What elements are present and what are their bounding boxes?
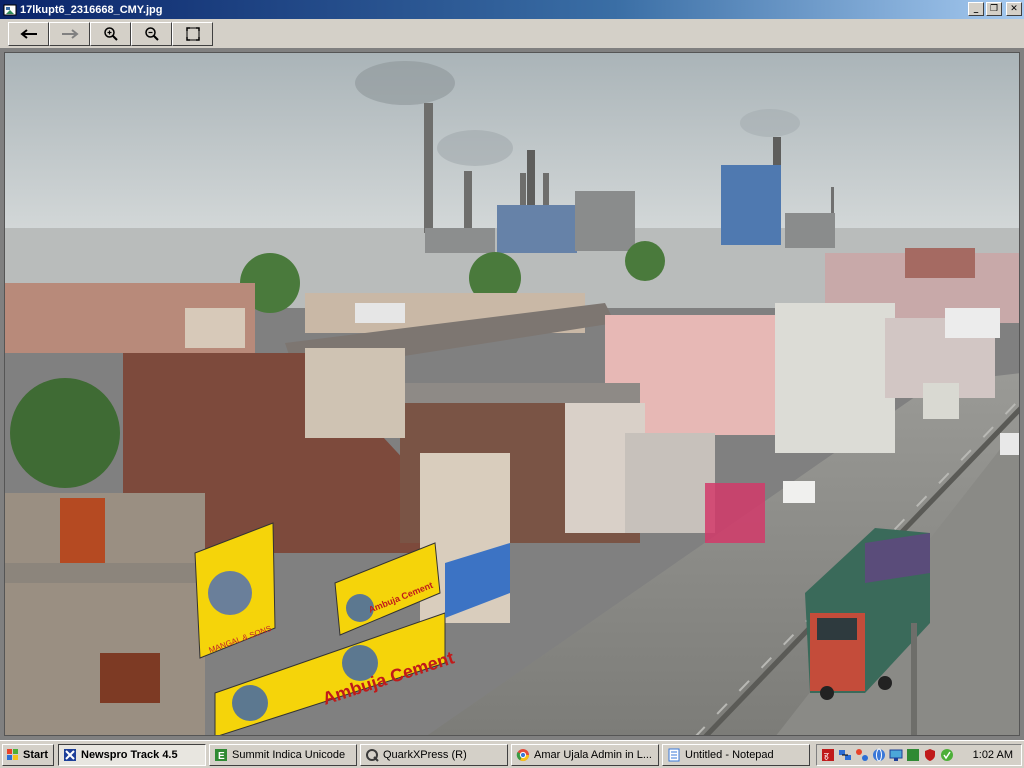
taskbar-item-quark[interactable]: QuarkXPress (R) (360, 743, 508, 766)
roof-ledge (5, 563, 205, 583)
taskbar-item-label: QuarkXPress (R) (383, 748, 467, 761)
car (1000, 433, 1019, 455)
window-controls: _ ❐ ✕ (968, 2, 1022, 16)
next-button[interactable] (49, 22, 90, 46)
van (923, 383, 959, 419)
billboard-white (945, 308, 1000, 338)
orange-door (60, 498, 105, 568)
taskbar-item-summit[interactable]: E Summit Indica Unicode (209, 743, 357, 766)
concrete-building (305, 348, 405, 438)
start-button[interactable]: Start (2, 743, 54, 766)
fit-screen-button[interactable] (172, 22, 213, 46)
electric-pole (911, 623, 917, 735)
tree (10, 378, 120, 488)
close-button[interactable]: ✕ (1006, 2, 1022, 16)
summit-icon: E (215, 748, 227, 762)
restore-button[interactable]: ❐ (986, 2, 1002, 16)
window (100, 653, 160, 703)
globe-icon[interactable] (872, 748, 886, 762)
zoom-out-button[interactable] (131, 22, 172, 46)
taskbar-item-label: Untitled - Notepad (685, 748, 774, 761)
taskbar-item-chrome[interactable]: Amar Ujala Admin in L... (511, 743, 659, 766)
car (783, 481, 815, 503)
clock[interactable]: 1:02 AM (973, 749, 1013, 761)
taskbar: Start Newspro Track 4.5 E Summit Indica … (0, 740, 1024, 768)
taskbar-item-notepad[interactable]: Untitled - Notepad (662, 743, 810, 766)
zoom-in-button[interactable] (90, 22, 131, 46)
arrow-right-icon (61, 29, 79, 39)
smoke-plume (355, 61, 455, 105)
start-label: Start (23, 748, 49, 761)
newspro-icon (64, 748, 76, 761)
shop-facade (625, 433, 715, 533)
share-icon[interactable] (855, 748, 869, 762)
image-app-icon (3, 4, 17, 15)
taskbar-item-newspro[interactable]: Newspro Track 4.5 (58, 743, 206, 766)
image-viewport[interactable]: MANGAL & SONS Ambuja Cement Ambuja Cemen… (0, 49, 1024, 740)
window-titlebar[interactable]: 17lkupt6_2316668_CMY.jpg _ ❐ ✕ (0, 0, 1024, 19)
previous-button[interactable] (8, 22, 49, 46)
white-building (775, 303, 895, 453)
smoke-plume (437, 130, 513, 166)
security-shield-icon[interactable] (923, 748, 937, 762)
zoom-out-icon (144, 27, 159, 41)
system-tray: ह 1:02 AM (816, 744, 1022, 766)
zoom-in-icon (103, 27, 118, 41)
antivirus-icon[interactable] (940, 748, 954, 762)
viewer-toolbar (0, 19, 1024, 49)
language-icon[interactable]: ह (821, 748, 835, 762)
chrome-icon (516, 748, 529, 761)
arrow-left-icon (19, 29, 37, 39)
street-scene-image: MANGAL & SONS Ambuja Cement Ambuja Cemen… (5, 53, 1019, 735)
notepad-icon (668, 748, 680, 761)
svg-text:E: E (218, 751, 225, 762)
taskbar-item-label: Amar Ujala Admin in L... (534, 748, 652, 761)
taskbar-item-label: Summit Indica Unicode (232, 748, 346, 761)
displayed-photo: MANGAL & SONS Ambuja Cement Ambuja Cemen… (4, 52, 1020, 736)
window-title: 17lkupt6_2316668_CMY.jpg (20, 3, 163, 16)
monitor-icon[interactable] (889, 748, 903, 762)
shop-display (705, 483, 765, 543)
smoke-plume (740, 109, 800, 137)
svg-text:ह: ह (824, 751, 829, 761)
tree (625, 241, 665, 281)
app-tray-icon[interactable] (906, 748, 920, 762)
fit-screen-icon (185, 27, 200, 41)
minimize-button[interactable]: _ (968, 2, 984, 16)
network-icon[interactable] (838, 748, 852, 762)
quark-icon (366, 748, 379, 762)
windows-logo-icon (7, 748, 18, 760)
rooftop (400, 383, 640, 403)
taskbar-item-label: Newspro Track 4.5 (81, 748, 178, 761)
